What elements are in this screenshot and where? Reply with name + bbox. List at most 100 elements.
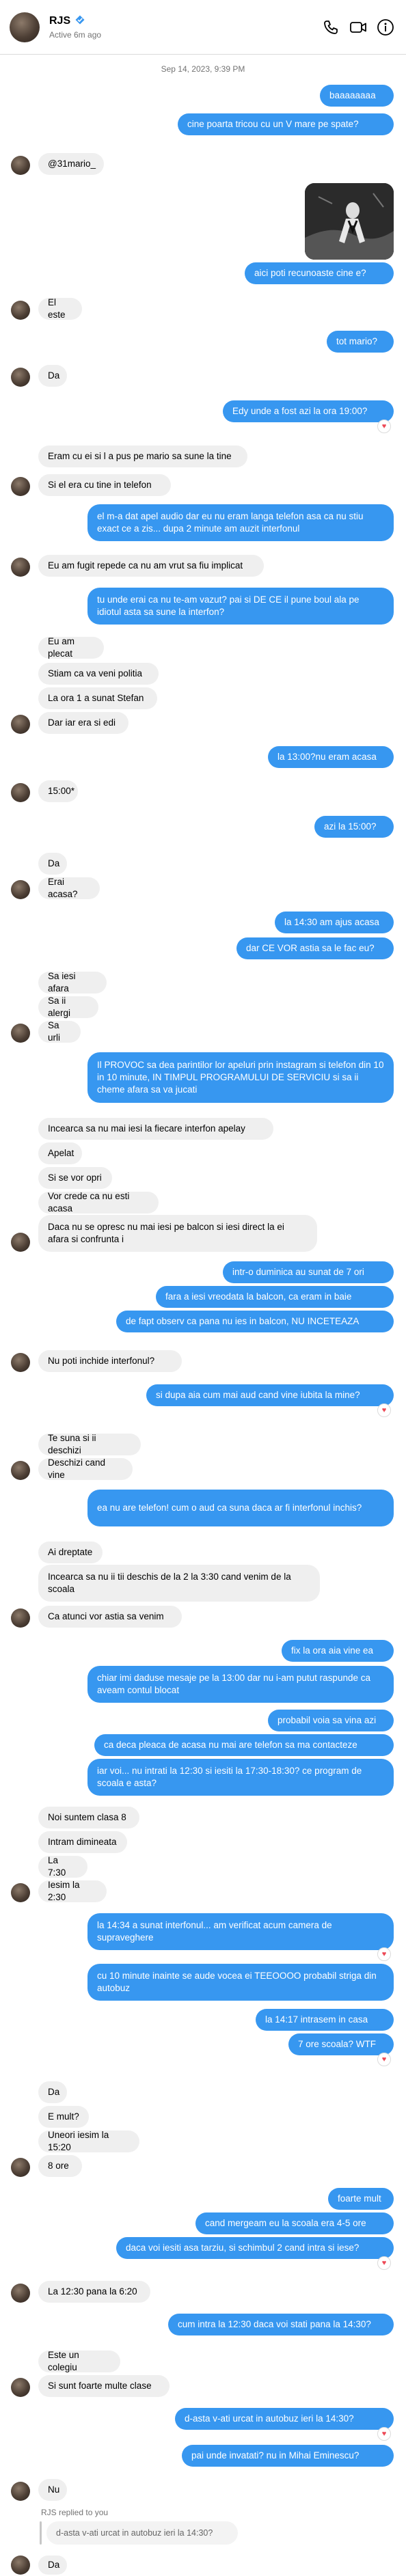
outgoing-message-bubble[interactable]: cum intra la 12:30 daca voi stati pana l… [168,2314,394,2335]
incoming-message-bubble[interactable]: E mult? [38,2106,89,2128]
incoming-message-bubble[interactable]: Vor crede ca nu esti acasa [38,1191,159,1214]
outgoing-message-bubble[interactable]: de fapt observ ca pana nu ies in balcon,… [116,1311,394,1332]
sender-avatar[interactable] [11,880,30,899]
outgoing-message-bubble[interactable]: probabil voia sa vina azi [268,1710,394,1731]
incoming-message-bubble[interactable]: Incearca sa nu mai iesi la fiecare inter… [38,1118,273,1140]
heart-reaction-icon[interactable]: ♥ [377,1403,391,1417]
outgoing-message-bubble[interactable]: daca voi iesiti asa tarziu, si schimbul … [116,2237,394,2259]
sender-avatar[interactable] [11,558,30,577]
outgoing-message-bubble[interactable]: tot mario? [327,331,394,353]
incoming-message-bubble[interactable]: Eu am plecat [38,636,104,659]
message-thread[interactable]: Sep 14, 2023, 9:39 PM baaaaaaaa cine poar… [0,55,406,2576]
incoming-message-bubble[interactable]: 8 ore [38,2155,82,2177]
sender-avatar[interactable] [11,2556,30,2575]
incoming-message-bubble[interactable]: Deschizi cand vine [38,1457,133,1480]
incoming-message-bubble[interactable]: La ora 1 a sunat Stefan [38,687,157,709]
outgoing-message-bubble[interactable]: d-asta v-ati urcat in autobuz ieri la 14… [175,2408,394,2430]
incoming-message-bubble[interactable]: Iesim la 2:30 [38,1880,107,1902]
outgoing-message-bubble[interactable]: cine poarta tricou cu un V mare pe spate… [178,113,394,135]
incoming-message-bubble[interactable]: 15:00* [38,780,78,802]
incoming-message-bubble[interactable]: Ai dreptate [38,1542,103,1563]
photo-icon[interactable] [305,183,394,260]
outgoing-message-bubble[interactable]: ca deca pleaca de acasa nu mai are telef… [94,1734,394,1756]
phone-icon[interactable] [321,18,340,37]
sender-avatar[interactable] [11,301,30,320]
outgoing-message-bubble[interactable]: la 14:34 a sunat interfonul... am verifi… [87,1913,394,1950]
incoming-message-bubble[interactable]: Daca nu se opresc nu mai iesi pe balcon … [38,1215,317,1252]
incoming-message-bubble[interactable]: Eu am fugit repede ca nu am vrut sa fiu … [38,555,264,577]
incoming-message-bubble[interactable]: Apelat [38,1142,82,1164]
contact-name[interactable]: RJS [49,15,70,27]
sender-avatar[interactable] [11,2482,30,2501]
incoming-message-bubble[interactable]: La 7:30 [38,1855,87,1878]
incoming-message-bubble[interactable]: Si sunt foarte multe clase [38,2375,170,2397]
outgoing-message-bubble[interactable]: dar CE VOR astia sa le fac eu? [236,937,394,959]
sender-avatar[interactable] [11,2158,30,2177]
outgoing-message-bubble[interactable]: baaaaaaaa [320,85,394,107]
outgoing-message-bubble[interactable]: tu unde erai ca nu te-am vazut? pai si D… [87,588,394,625]
sender-avatar[interactable] [11,156,30,175]
sender-avatar[interactable] [11,1353,30,1372]
outgoing-message-bubble[interactable]: Edy unde a fost azi la ora 19:00? [223,400,394,422]
incoming-message-bubble[interactable]: @31mario_ [38,153,104,175]
sender-avatar[interactable] [11,2284,30,2303]
outgoing-message-bubble[interactable]: pai unde invatati? nu in Mihai Eminescu? [182,2445,394,2467]
sender-avatar[interactable] [11,1883,30,1902]
incoming-message-bubble[interactable]: Intram dimineata [38,1831,127,1853]
incoming-message-bubble[interactable]: Uneori iesim la 15:20 [38,2130,139,2152]
info-icon[interactable] [376,18,395,37]
outgoing-message-bubble[interactable]: fix la ora aia vine ea [282,1640,394,1662]
sender-avatar[interactable] [11,368,30,387]
outgoing-message-bubble[interactable]: la 14:17 intrasem in casa [256,2009,394,2031]
sender-avatar[interactable] [11,1233,30,1252]
incoming-message-bubble[interactable]: Si se vor opri [38,1167,112,1189]
sender-avatar[interactable] [11,1461,30,1480]
outgoing-message-bubble[interactable]: 7 ore scoala? WTF [288,2033,394,2055]
incoming-message-bubble[interactable]: Este un colegiu [38,2350,120,2372]
heart-reaction-icon[interactable]: ♥ [377,2256,391,2270]
incoming-message-bubble[interactable]: Nu [38,2479,67,2501]
incoming-message-bubble[interactable]: Dar iar era si edi [38,712,128,734]
sender-avatar[interactable] [11,2378,30,2397]
incoming-message-bubble[interactable]: El este [38,297,82,320]
heart-reaction-icon[interactable]: ♥ [377,420,391,433]
incoming-message-bubble[interactable]: Da [38,2081,67,2103]
sender-avatar[interactable] [11,783,30,802]
incoming-message-bubble[interactable]: Sa iesi afara [38,971,107,994]
incoming-message-bubble[interactable]: Da [38,853,67,875]
heart-reaction-icon[interactable]: ♥ [377,2053,391,2066]
incoming-message-bubble[interactable]: Incearca sa nu ii tii deschis de la 2 la… [38,1565,320,1602]
sender-avatar[interactable] [11,1024,30,1043]
outgoing-message-bubble[interactable]: ea nu are telefon! cum o aud ca suna dac… [87,1490,394,1526]
incoming-message-bubble[interactable]: Da [38,365,67,387]
outgoing-message-bubble[interactable]: foarte mult [328,2188,394,2210]
sender-avatar[interactable] [11,1608,30,1628]
outgoing-message-bubble[interactable]: cu 10 minute inainte se aude vocea ei TE… [87,1964,394,2001]
incoming-message-bubble[interactable]: Nu poti inchide interfonul? [38,1350,182,1372]
incoming-message-bubble[interactable]: La 12:30 pana la 6:20 [38,2281,150,2303]
avatar[interactable] [10,12,40,42]
incoming-message-bubble[interactable]: Da [38,2556,67,2575]
incoming-message-bubble[interactable]: Sa urli [38,1020,81,1043]
incoming-message-bubble[interactable]: Stiam ca va veni politia [38,663,159,685]
incoming-message-bubble[interactable]: Sa ii alergi [38,996,98,1018]
video-icon[interactable] [349,18,368,37]
outgoing-message-bubble[interactable]: la 13:00?nu eram acasa [268,746,394,768]
incoming-message-bubble[interactable]: Erai acasa? [38,877,100,899]
heart-reaction-icon[interactable]: ♥ [377,2427,391,2441]
outgoing-message-bubble[interactable]: aici poti recunoaste cine e? [245,262,394,284]
outgoing-message-bubble[interactable]: chiar imi daduse mesaje pe la 13:00 dar … [87,1666,394,1703]
outgoing-message-bubble[interactable]: Il PROVOC sa dea parintilor lor apeluri … [87,1052,394,1103]
outgoing-message-bubble[interactable]: azi la 15:00? [314,816,394,838]
incoming-message-bubble[interactable]: Si el era cu tine in telefon [38,474,171,496]
heart-reaction-icon[interactable]: ♥ [377,1947,391,1961]
outgoing-message-bubble[interactable]: si dupa aia cum mai aud cand vine iubita… [146,1384,394,1406]
quoted-message[interactable]: d-asta v-ati urcat in autobuz ieri la 14… [46,2521,238,2545]
incoming-message-bubble[interactable]: Noi suntem clasa 8 [38,1807,139,1828]
sender-avatar[interactable] [11,715,30,734]
outgoing-message-bubble[interactable]: fara a iesi vreodata la balcon, ca eram … [156,1286,394,1308]
outgoing-message-bubble[interactable]: iar voi... nu intrati la 12:30 si iesiti… [87,1759,394,1796]
incoming-message-bubble[interactable]: Te suna si ii deschizi [38,1433,141,1455]
incoming-message-bubble[interactable]: Ca atunci vor astia sa venim [38,1606,182,1628]
outgoing-message-bubble[interactable]: el m-a dat apel audio dar eu nu eram lan… [87,504,394,541]
